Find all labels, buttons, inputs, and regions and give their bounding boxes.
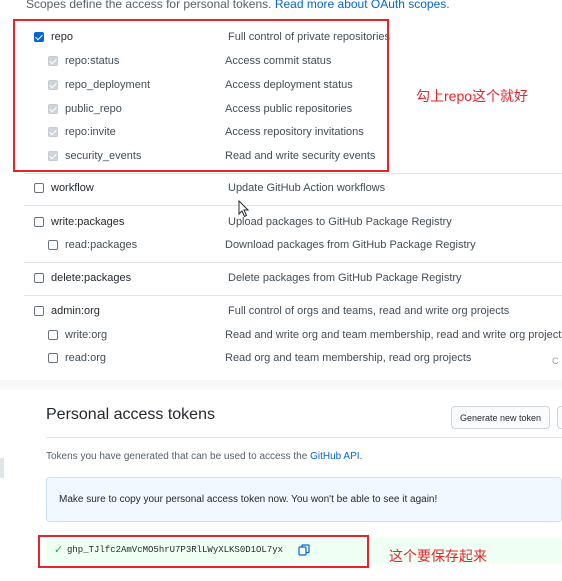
copy-token-notice: Make sure to copy your personal access t…: [46, 477, 562, 522]
scope-description: Delete packages from GitHub Package Regi…: [228, 272, 462, 284]
repo-annotation: 勾上repo这个就好: [416, 88, 529, 104]
checkbox-icon[interactable]: [48, 353, 58, 363]
scope-workflow[interactable]: workflow Update GitHub Action workflows: [24, 182, 562, 202]
scope-read-packages[interactable]: read:packages Download packages from Git…: [24, 239, 562, 259]
checkbox-icon[interactable]: [34, 183, 44, 193]
page-title: Personal access tokens: [46, 406, 215, 423]
scope-description: Read org and team membership, read org p…: [225, 352, 472, 364]
generate-new-token-button[interactable]: Generate new token: [451, 406, 550, 429]
tokens-description-text: Tokens you have generated that can be us…: [46, 451, 308, 462]
scope-write-org[interactable]: write:org Read and write org and team me…: [24, 329, 562, 349]
checkbox-icon[interactable]: [34, 306, 44, 316]
scope-description: Read and write org and team membership, …: [225, 329, 562, 341]
divider: [24, 295, 562, 296]
scope-name: delete:packages: [51, 272, 132, 284]
secondary-button[interactable]: [557, 406, 562, 429]
scopes-intro: Scopes define the access for personal to…: [26, 0, 450, 11]
scope-name: write:packages: [51, 216, 125, 228]
scope-description: Update GitHub Action workflows: [228, 182, 386, 194]
checkbox-icon[interactable]: [48, 330, 58, 340]
scope-delete-packages[interactable]: delete:packages Delete packages from Git…: [24, 272, 562, 292]
oauth-scopes-link[interactable]: Read more about OAuth scopes.: [275, 0, 450, 11]
checkbox-icon[interactable]: [48, 240, 58, 250]
scope-description: Full control of orgs and teams, read and…: [228, 305, 510, 317]
token-highlight-box: [38, 535, 369, 568]
scope-write-packages[interactable]: write:packages Upload packages to GitHub…: [24, 216, 562, 236]
scope-description: Upload packages to GitHub Package Regist…: [228, 216, 452, 228]
scope-name: workflow: [51, 182, 94, 194]
checkbox-icon[interactable]: [34, 217, 44, 227]
divider: [24, 173, 562, 174]
mouse-cursor-icon: [238, 200, 250, 218]
edge-marker: [0, 458, 4, 478]
section-separator: [0, 380, 562, 390]
notice-text: Make sure to copy your personal access t…: [59, 494, 438, 505]
scopes-intro-text: Scopes define the access for personal to…: [26, 0, 272, 11]
scope-name: write:org: [65, 329, 108, 341]
divider: [24, 262, 562, 263]
scope-name: admin:org: [51, 305, 100, 317]
scope-description: Download packages from GitHub Package Re…: [225, 239, 476, 251]
edge-text: C: [552, 356, 559, 366]
tokens-description: Tokens you have generated that can be us…: [46, 451, 362, 462]
checkbox-icon[interactable]: [34, 273, 44, 283]
divider: [46, 437, 562, 438]
tokens-description-end: .: [359, 451, 363, 462]
scope-admin-org[interactable]: admin:org Full control of orgs and teams…: [24, 305, 562, 325]
scope-read-org[interactable]: read:org Read org and team membership, r…: [24, 352, 562, 372]
divider: [24, 205, 562, 206]
scope-name: read:org: [65, 352, 106, 364]
repo-highlight-box: [13, 19, 389, 172]
scope-name: read:packages: [65, 239, 138, 251]
github-api-link[interactable]: GitHub API: [310, 451, 359, 462]
token-annotation: 这个要保存起来: [389, 548, 487, 564]
